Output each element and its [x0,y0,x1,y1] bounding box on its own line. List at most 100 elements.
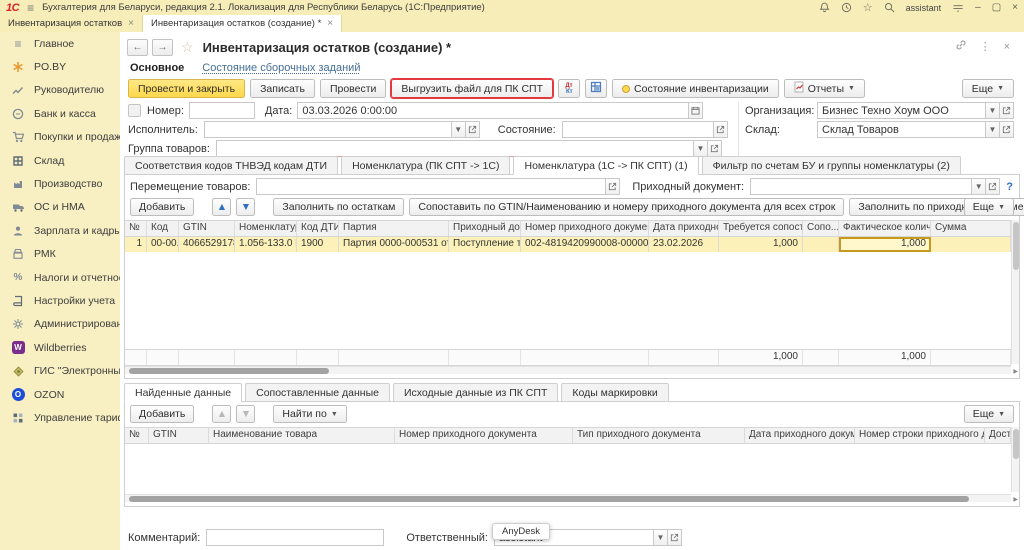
sidebar-item-administrirovanie[interactable]: Администрирование [0,313,120,336]
sidebar-item-gis-znak[interactable]: ГИС "Электронный знак" [0,359,120,382]
favorite-star-icon[interactable]: ☆ [181,39,194,56]
sidebar-item-proizvodstvo[interactable]: Производство [0,172,120,195]
back-button[interactable]: ← [127,39,148,56]
search-icon[interactable] [884,2,895,13]
form-nav-assembly-link[interactable]: Состояние сборочных заданий [202,62,360,74]
tab-close-icon[interactable]: × [128,18,134,29]
post-and-close-button[interactable]: Провести и закрыть [128,79,245,98]
incoming-doc-input[interactable] [750,178,972,195]
tab-source-data-spt[interactable]: Исходные данные из ПК СПТ [393,383,558,401]
export-spt-file-button[interactable]: Выгрузить файл для ПК СПТ [391,79,553,98]
number-input[interactable] [189,102,255,119]
fill-by-balances-button[interactable]: Заполнить по остаткам [273,198,404,216]
close-form-icon[interactable]: × [1004,41,1010,53]
dropdown-icon[interactable]: ▼ [971,178,986,195]
table-more-button[interactable]: Еще▼ [964,198,1014,216]
get-link-icon[interactable] [955,39,967,54]
minimize-button[interactable]: – [975,2,981,13]
dropdown-icon[interactable]: ▼ [985,121,1000,138]
window-tab-inventory-create[interactable]: Инвентаризация остатков (создание) * × [143,15,342,32]
sidebar-item-pokupki-prodazhi[interactable]: Покупки и продажи [0,126,120,149]
form-more-button[interactable]: Еще▼ [962,79,1014,98]
tab-matched-data[interactable]: Сопоставленные данные [245,383,390,401]
executor-input[interactable] [204,121,452,138]
table-horizontal-scrollbar[interactable]: ▶ [125,494,1011,502]
goods-group-input[interactable] [216,140,694,157]
main-menu-icon[interactable]: ≡ [27,1,34,15]
sidebar-item-upravlenie-tarifom[interactable]: Управление тарифом [0,406,120,429]
move-down-icon[interactable]: ▼ [236,198,255,216]
number-auto-icon[interactable] [128,104,141,117]
sidebar-item-bank-kassa[interactable]: Банк и касса [0,102,120,125]
open-link-icon[interactable] [985,178,1000,195]
open-link-icon[interactable] [999,121,1014,138]
close-window-button[interactable]: × [1012,2,1018,13]
table-row[interactable]: 1 00-00... 4066529178022 1.056-133.0 FCV… [125,237,1011,252]
sidebar-item-rmk[interactable]: РМК [0,243,120,266]
add-row-button[interactable]: Добавить [130,405,194,423]
form-nav-main[interactable]: Основное [130,62,184,74]
find-by-button[interactable]: Найти по▼ [273,405,346,423]
dt-kt-postings-button[interactable]: ДтКт [558,79,580,98]
table-vertical-scrollbar[interactable] [1011,427,1019,492]
dropdown-icon[interactable]: ▼ [985,102,1000,119]
scroll-right-icon[interactable]: ▶ [1013,368,1018,375]
forward-button[interactable]: → [152,39,173,56]
sidebar-item-nalogi[interactable]: %Налоги и отчетность [0,266,120,289]
open-link-icon[interactable] [465,121,480,138]
help-icon[interactable]: ? [1006,181,1013,193]
open-link-icon[interactable] [713,121,728,138]
sidebar-item-wildberries[interactable]: WWildberries [0,336,120,359]
sidebar-item-glavnoe[interactable]: ≡Главное [0,32,120,55]
tab-nomenclature-spt-1c[interactable]: Номенклатура (ПК СПТ -> 1С) [341,156,510,174]
tab-close-icon[interactable]: × [327,18,333,29]
current-user-label[interactable]: assistant [906,3,942,13]
sidebar-item-po-by[interactable]: PO.BY [0,55,120,78]
open-link-icon[interactable] [667,529,682,546]
tab-filter-bu[interactable]: Фильтр по счетам БУ и группы номенклатур… [702,156,961,174]
favorites-star-icon[interactable]: ☆ [863,1,873,14]
sidebar-item-zarplata-kadry[interactable]: Зарплата и кадры [0,219,120,242]
open-link-icon[interactable] [999,102,1014,119]
history-icon[interactable] [841,2,852,13]
calendar-icon[interactable] [688,102,703,119]
more-menu-icon[interactable]: ⋮ [980,40,991,53]
sidebar-item-ozon[interactable]: O​OZON [0,383,120,406]
sidebar-item-nastroyki-ucheta[interactable]: Настройки учета [0,289,120,312]
window-tab-inventory-list[interactable]: Инвентаризация остатков × [0,15,143,32]
tab-nomenclature-1c-spt[interactable]: Номенклатура (1С -> ПК СПТ) (1) [513,156,698,175]
document-structure-button[interactable] [585,79,607,98]
date-input[interactable]: 03.03.2026 0:00:00 [297,102,689,119]
move-up-icon[interactable]: ▲ [212,405,231,423]
sidebar-item-rukovoditelyu[interactable]: Руководителю [0,79,120,102]
dropdown-icon[interactable]: ▼ [693,140,708,157]
write-button[interactable]: Записать [250,79,315,98]
tab-found-data[interactable]: Найденные данные [124,383,242,402]
match-by-gtin-button[interactable]: Сопоставить по GTIN/Наименованию и номер… [409,198,844,216]
state-input[interactable] [562,121,714,138]
movement-input[interactable] [256,178,606,195]
move-up-icon[interactable]: ▲ [212,198,231,216]
sidebar-item-os-nma[interactable]: ОС и НМА [0,196,120,219]
maximize-button[interactable]: ▢ [992,2,1001,13]
dropdown-icon[interactable]: ▼ [451,121,466,138]
lower-more-button[interactable]: Еще▼ [964,405,1014,423]
tab-marking-codes[interactable]: Коды маркировки [561,383,668,401]
add-row-button[interactable]: Добавить [130,198,194,216]
sidebar-item-sklad[interactable]: Склад [0,149,120,172]
open-link-icon[interactable] [707,140,722,157]
warehouse-input[interactable]: Склад Товаров [817,121,986,138]
comment-input[interactable] [206,529,384,546]
table-horizontal-scrollbar[interactable]: ▶ [125,366,1011,374]
organization-input[interactable]: Бизнес Техно Хоум ООО [817,102,986,119]
tab-tnved-dti[interactable]: Соответствия кодов ТНВЭД кодам ДТИ [124,156,338,174]
dropdown-icon[interactable]: ▼ [653,529,668,546]
post-button[interactable]: Провести [320,79,386,98]
service-menu-icon[interactable] [952,2,964,13]
open-link-icon[interactable] [605,178,620,195]
notifications-bell-icon[interactable] [819,2,830,13]
selected-cell-actual-qty[interactable]: 1,000 [839,237,931,252]
scroll-right-icon[interactable]: ▶ [1013,496,1018,503]
table-vertical-scrollbar[interactable] [1011,220,1019,364]
move-down-icon[interactable]: ▼ [236,405,255,423]
